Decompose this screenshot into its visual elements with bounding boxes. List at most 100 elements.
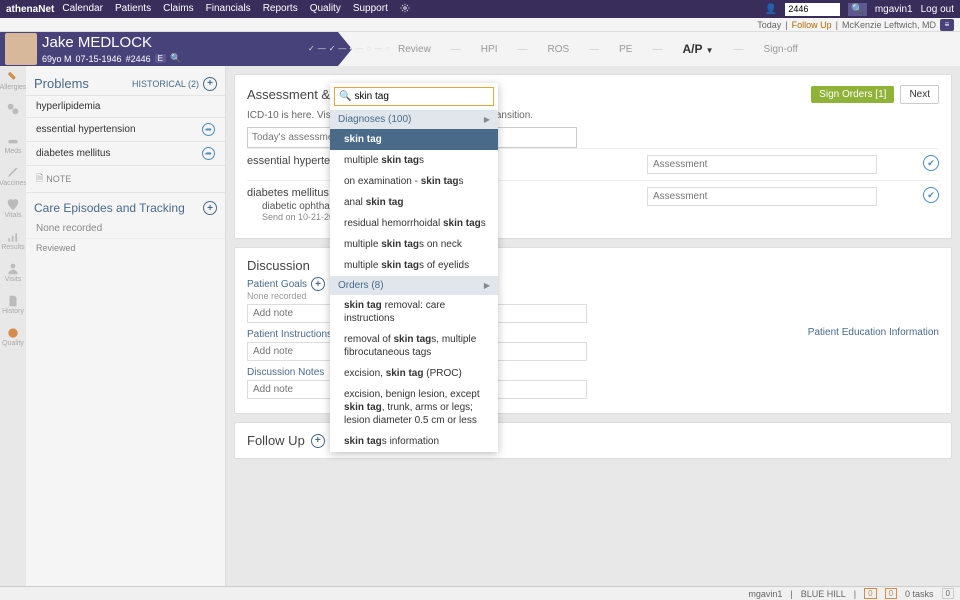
rail-meds[interactable]: Meds xyxy=(4,134,22,158)
current-user[interactable]: mgavin1 xyxy=(875,4,913,15)
followup-title: Follow Up xyxy=(247,433,305,448)
dropdown-option[interactable]: multiple skin tags on neck xyxy=(330,234,498,255)
patient-education-link[interactable]: Patient Education Information xyxy=(808,327,939,338)
phase-pe[interactable]: PE xyxy=(619,44,632,55)
main-content: Assessment & Plan + DIAGNOSES & ORDERS S… xyxy=(226,66,960,600)
share-icon[interactable]: ➦ xyxy=(202,123,215,136)
dropdown-option[interactable]: removal of skin tags, multiple fibrocuta… xyxy=(330,329,498,363)
dropdown-option[interactable]: anal skin tag xyxy=(330,192,498,213)
followup-badge[interactable]: Follow Up xyxy=(792,20,832,30)
problem-item[interactable]: essential hypertension➦ xyxy=(26,117,225,141)
dropdown-option[interactable]: excision, benign lesion, except skin tag… xyxy=(330,384,498,431)
assessment-input[interactable] xyxy=(647,187,877,206)
dropdown-option[interactable]: multiple skin tags of eyelids xyxy=(330,255,498,276)
add-problem-button[interactable]: + xyxy=(203,77,217,91)
patient-meta: 69yo M 07-15-1946 #2446 E 🔍 xyxy=(42,53,181,64)
dropdown-category-orders[interactable]: Orders (8)▶ xyxy=(330,276,498,295)
patient-name[interactable]: Jake MEDLOCK xyxy=(42,34,181,51)
sign-orders-button[interactable]: Sign Orders [1] xyxy=(811,86,894,103)
check-icon[interactable]: ✔ xyxy=(923,155,939,171)
dropdown-option[interactable]: residual hemorrhoidal skin tags xyxy=(330,213,498,234)
diagnoses-orders-dropdown: 🔍 Diagnoses (100)▶ skin tagmultiple skin… xyxy=(330,83,498,452)
dropdown-option[interactable]: excision, skin tag (PROC) xyxy=(330,363,498,384)
patient-banner: Jake MEDLOCK 69yo M 07-15-1946 #2446 E 🔍… xyxy=(0,32,960,66)
rail-dx[interactable] xyxy=(4,102,22,126)
search-patient-icon[interactable]: 🔍 xyxy=(170,53,181,64)
rail-visits[interactable]: Visits xyxy=(4,262,22,286)
rail-history[interactable]: History xyxy=(4,294,22,318)
add-episode-button[interactable]: + xyxy=(203,201,217,215)
nav-calendar[interactable]: Calendar xyxy=(62,3,103,16)
gear-icon[interactable] xyxy=(400,3,410,16)
phase-signoff[interactable]: Sign-off xyxy=(764,44,798,55)
footer-location: BLUE HILL xyxy=(801,589,846,599)
patient-dob: 07-15-1946 xyxy=(76,54,122,64)
add-goal-button: + xyxy=(311,277,325,291)
rail-quality[interactable]: Quality xyxy=(4,326,22,350)
nav-claims[interactable]: Claims xyxy=(163,3,194,16)
footer-badge-1[interactable]: 0 xyxy=(864,588,876,599)
nav-reports[interactable]: Reports xyxy=(263,3,298,16)
person-icon: 👤 xyxy=(765,4,777,15)
historical-link[interactable]: HISTORICAL (2) xyxy=(132,79,199,89)
global-nav: Calendar Patients Claims Financials Repo… xyxy=(62,3,765,16)
search-icon[interactable]: 🔍 xyxy=(848,3,866,16)
footer-badge-3[interactable]: 0 xyxy=(942,588,954,599)
rail-results[interactable]: Results xyxy=(4,230,22,254)
add-followup-button[interactable]: + xyxy=(311,434,325,448)
problem-item[interactable]: hyperlipidemia xyxy=(26,95,225,117)
search-icon: 🔍 xyxy=(339,91,351,102)
next-button[interactable]: Next xyxy=(900,85,939,104)
rail-allergies[interactable]: Allergies xyxy=(4,70,22,94)
episodes-reviewed: Reviewed xyxy=(26,238,225,257)
assessment-plan-card: Assessment & Plan + DIAGNOSES & ORDERS S… xyxy=(234,74,952,239)
nav-financials[interactable]: Financials xyxy=(206,3,251,16)
phase-ros[interactable]: ROS xyxy=(547,44,569,55)
dropdown-option[interactable]: on examination - skin tags xyxy=(330,171,498,192)
assessment-input[interactable] xyxy=(647,155,877,174)
episodes-none: None recorded xyxy=(26,219,225,238)
share-icon[interactable]: ➦ xyxy=(202,147,215,160)
global-search-input[interactable] xyxy=(785,3,840,16)
footer-tasks[interactable]: 0 tasks xyxy=(905,589,934,599)
patient-flag[interactable]: E xyxy=(155,54,166,63)
problems-note[interactable]: 🗎NOTE xyxy=(26,165,225,192)
dropdown-option[interactable]: multiple skin tags xyxy=(330,150,498,171)
note-icon: 🗎 xyxy=(36,171,43,187)
chevron-right-icon: ▶ xyxy=(484,281,490,290)
dropdown-search-input[interactable] xyxy=(354,91,489,102)
rail-vaccines[interactable]: Vaccines xyxy=(4,166,22,190)
today-label: Today xyxy=(757,20,781,30)
dropdown-category-diagnoses[interactable]: Diagnoses (100)▶ xyxy=(330,110,498,129)
dropdown-option[interactable]: skin tag xyxy=(330,129,498,150)
problems-title: Problems xyxy=(34,76,89,91)
logout-link[interactable]: Log out xyxy=(921,4,954,15)
footer-badge-2[interactable]: 0 xyxy=(885,588,897,599)
step-track-icon: ✓—✓—•—○—○ xyxy=(308,44,393,53)
nav-patients[interactable]: Patients xyxy=(115,3,151,16)
patient-age: 69yo M xyxy=(42,54,72,64)
provider-name[interactable]: McKenzie Leftwich, MD xyxy=(842,20,936,30)
dropdown-search[interactable]: 🔍 xyxy=(334,87,494,106)
footer-user: mgavin1 xyxy=(748,589,782,599)
phase-review[interactable]: Review xyxy=(398,44,431,55)
nav-quality[interactable]: Quality xyxy=(310,3,341,16)
hamburger-icon[interactable]: ≡ xyxy=(940,19,954,31)
brand-logo[interactable]: athenaNet xyxy=(6,4,54,15)
global-topbar: athenaNet Calendar Patients Claims Finan… xyxy=(0,0,960,18)
patient-avatar[interactable] xyxy=(5,33,37,65)
status-footer: mgavin1 | BLUE HILL | 0 0 0 tasks 0 xyxy=(0,586,960,600)
chevron-right-icon: ▶ xyxy=(484,115,490,124)
dropdown-option[interactable]: skin tags information xyxy=(330,431,498,452)
clinical-icon-rail: Allergies Meds Vaccines Vitals Results V… xyxy=(0,66,26,600)
visit-phase-nav: ✓—✓—•—○—○ Review— HPI— ROS— PE— A/P ▼— S… xyxy=(338,32,960,66)
phase-ap[interactable]: A/P ▼ xyxy=(682,42,713,56)
problems-sidebar: Problems HISTORICAL (2) + hyperlipidemia… xyxy=(26,66,226,600)
dropdown-option[interactable]: skin tag removal: care instructions xyxy=(330,295,498,329)
problem-item[interactable]: diabetes mellitus➦ xyxy=(26,141,225,165)
rail-vitals[interactable]: Vitals xyxy=(4,198,22,222)
chevron-down-icon: ▼ xyxy=(706,46,714,55)
nav-support[interactable]: Support xyxy=(353,3,388,16)
phase-hpi[interactable]: HPI xyxy=(481,44,498,55)
check-icon[interactable]: ✔ xyxy=(923,187,939,203)
